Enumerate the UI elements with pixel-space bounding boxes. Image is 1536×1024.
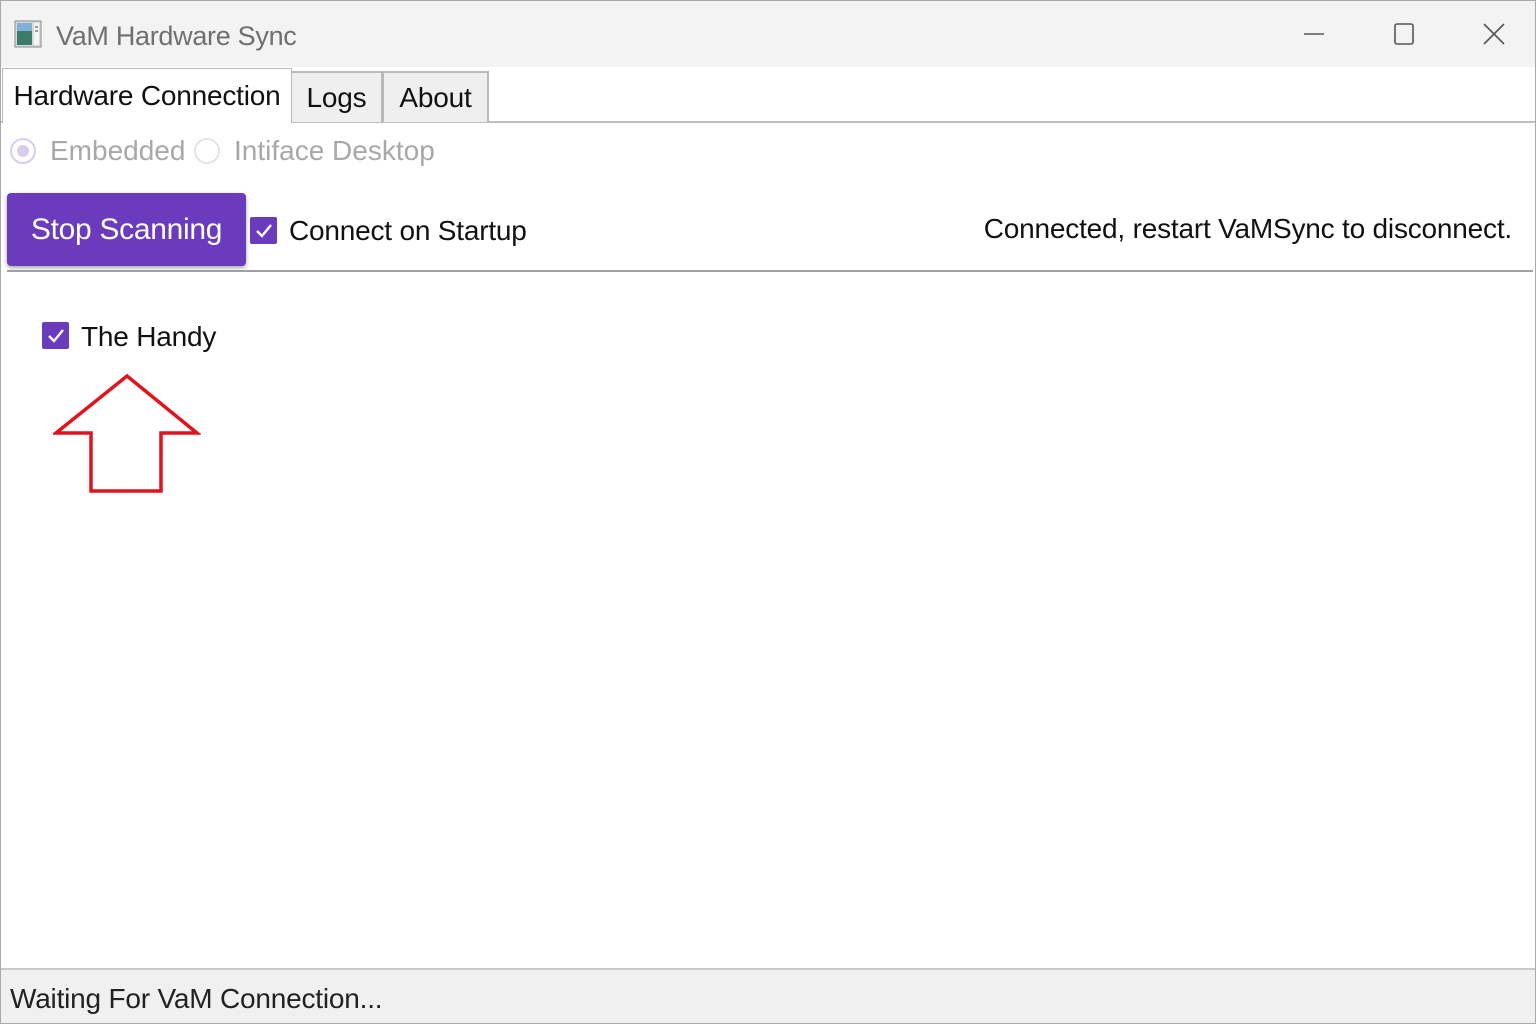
close-button[interactable] <box>1449 1 1535 67</box>
window-title: VaM Hardware Sync <box>56 21 297 51</box>
maximize-icon <box>1394 23 1414 45</box>
tab-label: About <box>399 81 472 113</box>
radio-label: Embedded <box>50 135 186 166</box>
tab-label: Logs <box>306 81 367 113</box>
status-bar-text: Waiting For VaM Connection... <box>10 983 383 1014</box>
close-icon <box>1483 23 1505 45</box>
minimize-icon <box>1304 33 1324 35</box>
app-window-icon <box>14 20 42 48</box>
button-label: Stop Scanning <box>30 212 223 246</box>
app-window: VaM Hardware Sync Hardware Connection Lo… <box>0 0 1536 1024</box>
radio-embedded[interactable]: Embedded <box>10 133 185 169</box>
device-label-the-handy[interactable]: The Handy <box>81 321 216 353</box>
section-divider <box>7 270 1533 272</box>
connect-on-startup-checkbox[interactable] <box>250 217 277 244</box>
checkmark-icon <box>255 223 272 238</box>
device-checkbox-the-handy[interactable] <box>42 322 69 349</box>
tab-hardware-connection[interactable]: Hardware Connection <box>2 68 292 123</box>
tab-about[interactable]: About <box>382 71 489 122</box>
checkmark-icon <box>47 328 64 343</box>
status-bar: Waiting For VaM Connection... <box>1 968 1535 1023</box>
maximize-button[interactable] <box>1359 1 1449 67</box>
radio-selected-icon <box>10 138 36 164</box>
tab-logs[interactable]: Logs <box>290 71 383 122</box>
connection-status-text: Connected, restart VaMSync to disconnect… <box>983 213 1512 244</box>
minimize-button[interactable] <box>1269 1 1359 67</box>
title-bar[interactable]: VaM Hardware Sync <box>1 1 1535 67</box>
radio-unselected-icon <box>194 138 220 164</box>
connect-on-startup-label[interactable]: Connect on Startup <box>289 215 527 247</box>
red-up-arrow-icon <box>53 373 201 493</box>
radio-intiface-desktop[interactable]: Intiface Desktop <box>194 133 435 169</box>
tab-label: Hardware Connection <box>13 80 281 111</box>
radio-label: Intiface Desktop <box>234 135 435 166</box>
stop-scanning-button[interactable]: Stop Scanning <box>7 193 246 266</box>
